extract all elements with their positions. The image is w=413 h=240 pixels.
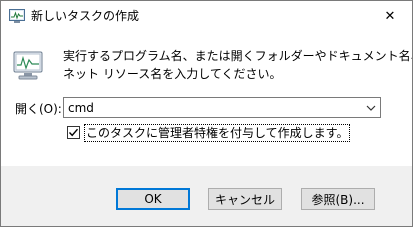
- chevron-down-icon[interactable]: [365, 102, 377, 114]
- create-task-dialog: 新しいタスクの作成 ✕ 実行するプログラム名、または開くフォルダーやドキュメント…: [0, 0, 413, 227]
- open-field-label: 開く(O):: [15, 102, 62, 116]
- checkmark-icon: [68, 128, 79, 137]
- task-manager-app-icon: [9, 8, 25, 24]
- open-input[interactable]: cmd: [68, 101, 94, 115]
- description-line-1: 実行するプログラム名、または開くフォルダーやドキュメント名、インター: [63, 49, 412, 63]
- open-combobox[interactable]: cmd: [63, 97, 381, 118]
- title-bar[interactable]: 新しいタスクの作成 ✕: [1, 1, 412, 31]
- ok-button[interactable]: OK: [116, 188, 190, 210]
- admin-privilege-checkbox[interactable]: [67, 126, 80, 139]
- description-line-2: ネット リソース名を入力してください。: [63, 67, 282, 81]
- close-button[interactable]: ✕: [368, 1, 412, 31]
- cancel-button[interactable]: キャンセル: [208, 188, 282, 210]
- close-icon: ✕: [384, 8, 396, 24]
- dialog-footer: OK キャンセル 参照(B)...: [1, 166, 412, 226]
- description: 実行するプログラム名、または開くフォルダーやドキュメント名、インター ネット リ…: [63, 47, 412, 83]
- window-title: 新しいタスクの作成: [31, 9, 140, 23]
- browse-button[interactable]: 参照(B)...: [301, 188, 375, 210]
- admin-privilege-label[interactable]: このタスクに管理者特権を付与して作成します。: [84, 124, 351, 142]
- run-program-icon: [12, 49, 46, 83]
